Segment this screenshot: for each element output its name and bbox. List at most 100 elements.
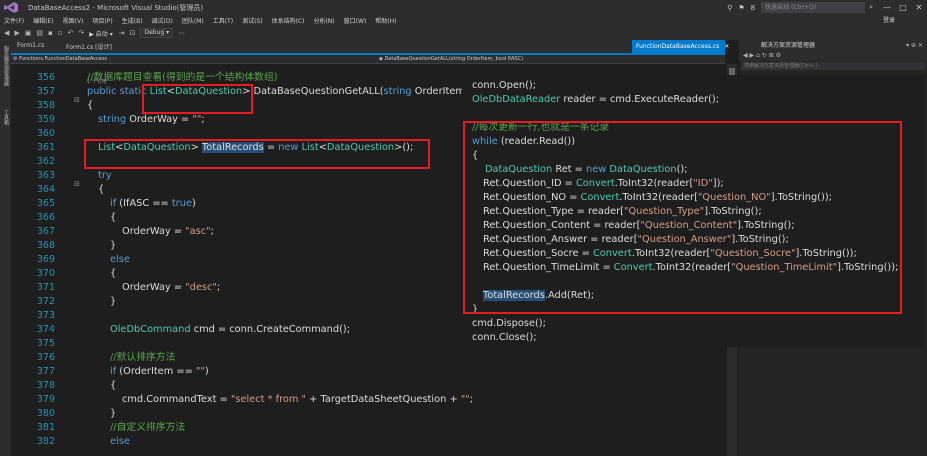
code-token: ) bbox=[204, 366, 209, 377]
redo-icon[interactable]: ↷ bbox=[78, 29, 84, 37]
menu-project[interactable]: 项目(P) bbox=[92, 16, 112, 25]
toolbar-more-icon[interactable]: ⋯ bbox=[178, 29, 185, 37]
line-number: 374 bbox=[36, 324, 55, 335]
tab-function-database-access[interactable]: FunctionDataBaseAccess.cs ✕ bbox=[632, 40, 729, 53]
active-tab-label: FunctionDataBaseAccess.cs bbox=[636, 43, 720, 50]
code-line: 377 if (OrderItem == "") bbox=[11, 365, 725, 379]
code-token: } bbox=[110, 408, 117, 419]
menu-architecture[interactable]: 体系结构(C) bbox=[272, 16, 305, 25]
class-path: Functions.FunctionDataBaseAccess bbox=[19, 56, 108, 62]
menu-window[interactable]: 窗口(W) bbox=[344, 16, 367, 25]
notification-flag-icon[interactable]: ⚑ bbox=[738, 4, 744, 12]
open-file-icon[interactable]: ▤ bbox=[36, 29, 43, 37]
attach-icon[interactable]: ⊡ bbox=[130, 29, 136, 37]
code-token: try bbox=[98, 170, 112, 181]
code-token: conn.Close(); bbox=[472, 332, 537, 343]
new-project-icon[interactable]: ▣ bbox=[25, 29, 32, 37]
line-number: 373 bbox=[36, 310, 55, 321]
code-text: try bbox=[98, 169, 112, 183]
code-token: (IfASC == bbox=[116, 198, 172, 209]
solution-explorer-toolbar[interactable]: ◀ ▶ ⌂ ↻ ⊞ ⚙ bbox=[739, 51, 927, 61]
menu-build[interactable]: 生成(B) bbox=[122, 16, 143, 25]
code-token: { bbox=[98, 184, 105, 195]
snippet-line: cmd.Dispose(); bbox=[472, 317, 546, 331]
menu-team[interactable]: 团队(M) bbox=[182, 16, 204, 25]
login-link[interactable]: 登录 bbox=[883, 15, 895, 26]
menu-file[interactable]: 文件(F) bbox=[4, 16, 24, 25]
filter-icon[interactable]: ⚲ bbox=[727, 4, 732, 12]
back-icon[interactable]: ◀ bbox=[4, 29, 9, 37]
undo-icon[interactable]: ↶ bbox=[68, 29, 74, 37]
code-text: } bbox=[110, 407, 116, 421]
code-token: OrderWay = bbox=[122, 282, 186, 293]
visual-studio-logo-icon bbox=[0, 0, 22, 15]
menu-analyze[interactable]: 分析(N) bbox=[313, 16, 334, 25]
line-number: 380 bbox=[36, 408, 55, 419]
line-number: 369 bbox=[36, 254, 55, 265]
code-token: else bbox=[110, 436, 130, 447]
code-text: //默认排序方法 bbox=[110, 351, 175, 365]
minimize-button[interactable]: — bbox=[879, 3, 895, 12]
code-token: ; bbox=[469, 394, 474, 405]
code-line: 379 cmd.CommandText = "select * from " + … bbox=[11, 393, 725, 407]
code-text: OrderWay = "desc"; bbox=[122, 281, 220, 295]
class-navigation-combo[interactable]: ⚙ Functions.FunctionDataBaseAccess bbox=[13, 56, 107, 63]
line-number: 368 bbox=[36, 240, 55, 251]
solution-explorer-header: 解决方案资源管理器 ▾ ⊕ ✕ bbox=[739, 40, 927, 51]
code-text: OrderWay = "asc"; bbox=[122, 225, 214, 239]
line-number: 360 bbox=[36, 128, 55, 139]
line-number: 356 bbox=[36, 72, 55, 83]
code-token: "" bbox=[460, 394, 470, 405]
line-number: 376 bbox=[36, 352, 55, 363]
forward-icon[interactable]: ▶ bbox=[14, 29, 19, 37]
panel-pin-icon[interactable]: ▾ ⊕ ✕ bbox=[906, 40, 923, 51]
line-number: 361 bbox=[36, 142, 55, 153]
code-token: true bbox=[171, 198, 192, 209]
save-all-icon[interactable]: ▫ bbox=[58, 29, 63, 37]
close-button[interactable]: ✕ bbox=[911, 3, 927, 12]
code-token: cmd.CommandText = bbox=[122, 394, 231, 405]
server-explorer-tab[interactable]: 服务器资源管理器 bbox=[2, 46, 9, 86]
code-text: if (OrderItem == "") bbox=[110, 365, 209, 379]
menu-help[interactable]: 帮助(H) bbox=[375, 16, 396, 25]
close-tab-icon[interactable]: ✕ bbox=[724, 43, 729, 50]
code-token: ; bbox=[210, 226, 214, 237]
line-number: 371 bbox=[36, 282, 55, 293]
reference-count[interactable]: 1 个引用 bbox=[87, 78, 107, 85]
code-line: 382 else bbox=[11, 435, 725, 449]
step-icon[interactable]: ⇥ bbox=[119, 29, 125, 37]
save-icon[interactable]: ▪ bbox=[48, 29, 53, 37]
menu-debug[interactable]: 调试(D) bbox=[152, 16, 173, 25]
line-number: 366 bbox=[36, 212, 55, 223]
start-debug-button[interactable]: ▶ 启动 ▾ bbox=[89, 29, 112, 38]
code-text: { bbox=[110, 267, 116, 281]
menu-tools[interactable]: 工具(T) bbox=[213, 16, 233, 25]
tab-form1-designer[interactable]: Form1.cs [设计] bbox=[66, 42, 112, 51]
code-text: } bbox=[110, 295, 116, 309]
menu-test[interactable]: 测试(S) bbox=[242, 16, 263, 25]
toolbox-tab[interactable]: 工具箱 bbox=[2, 110, 9, 125]
method-navigation-combo[interactable]: ◆ DataBaseQuestionGetALL(string OrderIte… bbox=[379, 56, 523, 63]
snippet-line: conn.Close(); bbox=[472, 331, 537, 345]
line-number: 381 bbox=[36, 422, 55, 433]
quick-launch-input[interactable]: 快速启动 (Ctrl+Q) bbox=[761, 2, 866, 13]
navigation-bar: ⚙ Functions.FunctionDataBaseAccess ◆ Dat… bbox=[11, 55, 725, 64]
code-text: { bbox=[110, 379, 116, 393]
menu-view[interactable]: 视图(V) bbox=[63, 16, 84, 25]
code-token: conn.Open(); bbox=[472, 80, 537, 91]
tab-form1-cs[interactable]: Form1.cs bbox=[17, 42, 44, 49]
line-number: 370 bbox=[36, 268, 55, 279]
collapse-icon[interactable]: ⊟ bbox=[74, 180, 80, 188]
menu-edit[interactable]: 编辑(E) bbox=[33, 16, 53, 25]
code-token: + TargetDataSheetQuestion + bbox=[306, 394, 461, 405]
code-token: ; bbox=[201, 114, 205, 125]
code-text: { bbox=[87, 99, 93, 113]
solution-explorer-search[interactable]: 搜索解决方案资源管理器(Ctrl+;) bbox=[741, 62, 925, 70]
configuration-select[interactable]: Debug ▾ bbox=[140, 28, 174, 38]
maximize-button[interactable]: □ bbox=[895, 3, 911, 12]
search-icon[interactable]: ⌕ bbox=[869, 3, 873, 12]
collapse-icon[interactable]: ⊟ bbox=[74, 96, 80, 104]
code-token: string bbox=[383, 86, 412, 97]
code-token: public bbox=[87, 86, 117, 97]
code-token: "desc" bbox=[185, 282, 217, 293]
